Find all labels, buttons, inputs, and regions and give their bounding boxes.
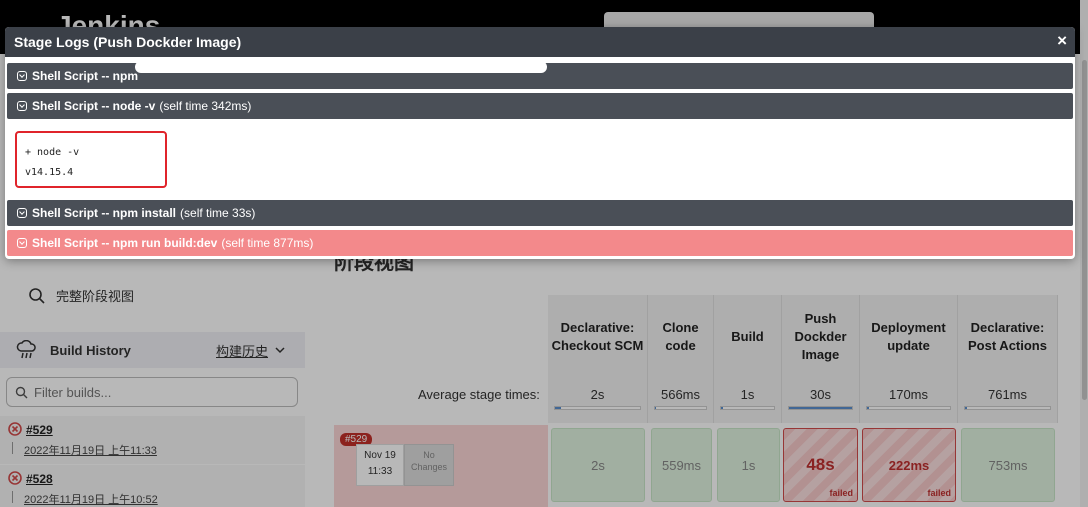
log-step-time: (self time 877ms) — [221, 236, 314, 250]
log-output-highlight: + node -v v14.15.4 — [15, 131, 167, 188]
expand-icon — [17, 71, 27, 81]
log-step-header[interactable]: Shell Script -- node -v (self time 342ms… — [7, 93, 1073, 119]
log-step-time: (self time 342ms) — [159, 99, 252, 113]
log-step-label: Shell Script -- npm install — [32, 206, 177, 220]
dialog-header: Stage Logs (Push Dockder Image) × — [5, 27, 1075, 57]
log-step-label: Shell Script -- npm — [32, 69, 139, 83]
expand-icon — [17, 238, 27, 248]
log-step-time: (self time 33s) — [180, 206, 256, 220]
dialog-title: Stage Logs (Push Dockder Image) — [14, 34, 242, 50]
redaction-overlay — [135, 61, 547, 73]
log-step-header[interactable]: Shell Script -- npm install (self time 3… — [7, 200, 1073, 226]
expand-icon — [17, 208, 27, 218]
log-output: + node -v v14.15.4 — [7, 120, 1073, 198]
stage-logs-dialog: Stage Logs (Push Dockder Image) × Shell … — [5, 27, 1075, 259]
close-button[interactable]: × — [1057, 31, 1067, 51]
log-line: + node -v — [25, 147, 80, 158]
collapse-icon — [17, 101, 27, 111]
log-step-label: Shell Script -- npm run build:dev — [32, 236, 218, 250]
log-step-label: Shell Script -- node -v — [32, 99, 156, 113]
log-line: v14.15.4 — [25, 167, 74, 178]
log-step-header-failed[interactable]: Shell Script -- npm run build:dev (self … — [7, 230, 1073, 256]
